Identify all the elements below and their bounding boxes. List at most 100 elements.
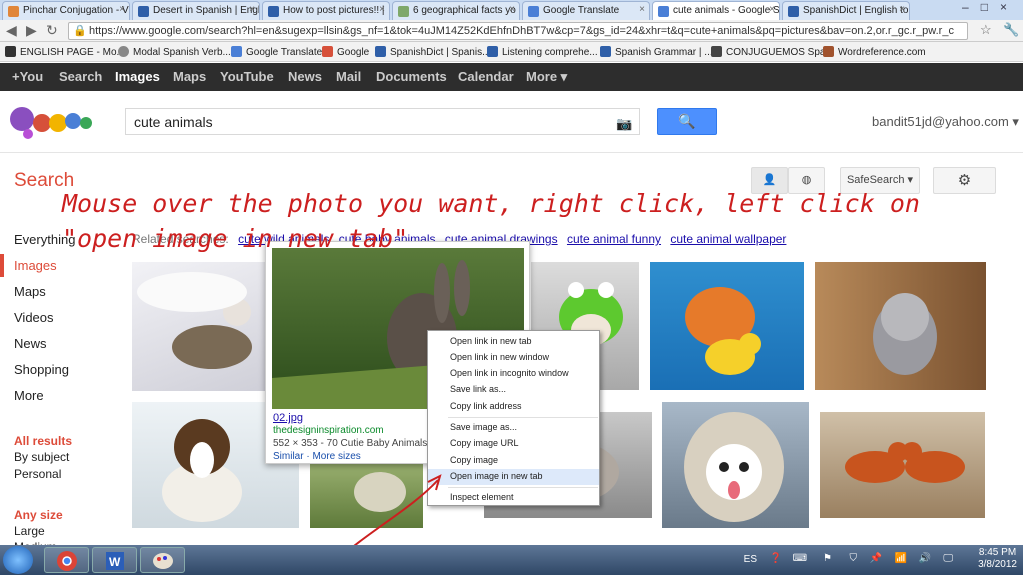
filter-any-size[interactable]: Any size	[14, 508, 63, 522]
filter-by-subject[interactable]: By subject	[14, 450, 69, 464]
hover-filename[interactable]: 02.jpg	[273, 412, 303, 424]
forward-icon[interactable]: ▶	[26, 22, 37, 39]
wrench-icon[interactable]: 🔧	[1003, 22, 1019, 38]
grey-kitten-image	[873, 293, 937, 375]
maximize-icon[interactable]: □	[981, 0, 1000, 14]
nav-shopping[interactable]: Shopping	[14, 362, 69, 377]
image-result[interactable]	[132, 262, 267, 391]
menu-item[interactable]: Inspect element	[428, 490, 599, 506]
gbar-item-more[interactable]: More ▾	[526, 69, 567, 85]
person-icon: 👤	[762, 174, 777, 186]
nav-images[interactable]: Images	[14, 258, 57, 273]
nav-more[interactable]: More	[14, 388, 44, 403]
nav-maps[interactable]: Maps	[14, 284, 46, 299]
menu-item[interactable]: Copy link address	[428, 399, 599, 415]
svg-text:W: W	[109, 555, 121, 569]
hover-links[interactable]: Similar · More sizes	[273, 451, 361, 462]
gbar-item[interactable]: Maps	[173, 69, 206, 84]
context-menu: Open link in new tab Open link in new wi…	[427, 330, 600, 506]
flag-icon[interactable]: ⚑	[823, 553, 832, 564]
bookmark[interactable]: ENGLISH PAGE - Mo...	[5, 46, 125, 58]
bookmark[interactable]: Google Translate	[231, 46, 322, 58]
nav-videos[interactable]: Videos	[14, 310, 54, 325]
reload-icon[interactable]: ↻	[46, 22, 58, 39]
camera-icon[interactable]: 📷	[616, 116, 632, 132]
image-result[interactable]	[820, 412, 985, 518]
tab-title: Google Translate	[543, 5, 620, 16]
nav-news[interactable]: News	[14, 336, 47, 351]
browser-tab-active[interactable]: cute animals - Google S ×	[652, 1, 780, 20]
close-icon[interactable]: ×	[769, 4, 775, 15]
gbar-item[interactable]: Search	[59, 69, 102, 84]
browser-tab[interactable]: 6 geographical facts yo ×	[392, 1, 520, 20]
search-input[interactable]: cute animals	[125, 108, 640, 135]
close-icon[interactable]: ×	[639, 4, 645, 15]
browser-tab[interactable]: Google Translate ×	[522, 1, 650, 20]
bookmark-icon	[231, 46, 242, 57]
search-button[interactable]: 🔍	[657, 108, 717, 135]
filter-personal[interactable]: Personal	[14, 467, 61, 481]
menu-item[interactable]: Open link in new window	[428, 350, 599, 366]
network-icon[interactable]: 📶	[895, 553, 907, 564]
bookmark-icon	[711, 46, 722, 57]
image-result[interactable]	[662, 402, 809, 528]
minimize-icon[interactable]: –	[962, 0, 981, 14]
bookmark[interactable]: CONJUGUEMOS Spa...	[711, 46, 834, 58]
gbar-item[interactable]: Mail	[336, 69, 361, 84]
bookmark[interactable]: Listening comprehe...	[487, 46, 598, 58]
monitor-icon[interactable]: 🖵	[943, 553, 953, 564]
gbar-item[interactable]: +You	[12, 69, 43, 84]
bookmark[interactable]: Wordreference.com	[823, 46, 926, 58]
browser-tab[interactable]: SpanishDict | English to ×	[782, 1, 910, 20]
hover-site: thedesigninspiration.com	[273, 425, 384, 436]
gbar-item[interactable]: Calendar	[458, 69, 514, 84]
menu-item[interactable]: Copy image	[428, 453, 599, 469]
close-icon[interactable]: ×	[379, 4, 385, 15]
image-result[interactable]	[815, 262, 986, 390]
bookmark[interactable]: Google	[322, 46, 369, 58]
filter-all-results[interactable]: All results	[14, 434, 72, 448]
chrome-taskbar-button[interactable]	[44, 547, 89, 573]
image-result[interactable]	[650, 262, 804, 390]
word-taskbar-button[interactable]: W	[92, 547, 137, 573]
menu-item-open-image-new-tab[interactable]: Open image in new tab	[428, 469, 599, 485]
volume-icon[interactable]: 🔊	[919, 553, 931, 564]
bookmark[interactable]: Modal Spanish Verb...	[118, 46, 231, 58]
menu-item[interactable]: Open link in new tab	[428, 334, 599, 350]
start-button[interactable]	[3, 546, 33, 574]
gbar-item[interactable]: YouTube	[220, 69, 274, 84]
gbar-item[interactable]: Documents	[376, 69, 447, 84]
menu-item[interactable]: Save link as...	[428, 382, 599, 398]
help-icon[interactable]: ❓	[770, 553, 782, 564]
keyboard-icon[interactable]: ⌨	[793, 553, 807, 564]
filter-large[interactable]: Large	[14, 524, 45, 538]
back-icon[interactable]: ◀	[6, 22, 17, 39]
shield-icon[interactable]: ⛉	[850, 553, 858, 564]
pin-icon[interactable]: 📌	[870, 553, 882, 564]
url-field[interactable]: 🔒 https://www.google.com/search?hl=en&sug…	[68, 22, 968, 40]
bookmark-icon	[118, 46, 129, 57]
language-indicator[interactable]: ES	[744, 554, 757, 565]
close-icon[interactable]: ×	[249, 4, 255, 15]
paint-taskbar-button[interactable]	[140, 547, 185, 573]
close-window-icon[interactable]: ×	[1000, 0, 1019, 14]
close-icon[interactable]: ×	[899, 4, 905, 15]
browser-tab[interactable]: Desert in Spanish | Engl ×	[132, 1, 260, 20]
gbar-item[interactable]: News	[288, 69, 322, 84]
menu-item[interactable]: Save image as...	[428, 420, 599, 436]
close-icon[interactable]: ×	[119, 4, 125, 15]
gbar-item-images[interactable]: Images	[115, 69, 160, 84]
google-logo[interactable]	[8, 101, 93, 141]
browser-tab[interactable]: How to post pictures!! | ×	[262, 1, 390, 20]
bookmark[interactable]: SpanishDict | Spanis...	[375, 46, 490, 58]
tab-title: How to post pictures!! |	[283, 5, 385, 16]
bookmark[interactable]: Spanish Grammar | ...	[600, 46, 713, 58]
account-menu[interactable]: bandit51jd@yahoo.com ▾	[872, 114, 1019, 130]
clock[interactable]: 8:45 PM 3/8/2012	[978, 547, 1017, 571]
browser-tab[interactable]: Pinchar Conjugation - V ×	[2, 1, 130, 20]
close-icon[interactable]: ×	[509, 4, 515, 15]
star-icon[interactable]: ☆	[980, 22, 992, 38]
menu-item[interactable]: Open link in incognito window	[428, 366, 599, 382]
bookmark-icon	[487, 46, 498, 57]
menu-item[interactable]: Copy image URL	[428, 436, 599, 452]
